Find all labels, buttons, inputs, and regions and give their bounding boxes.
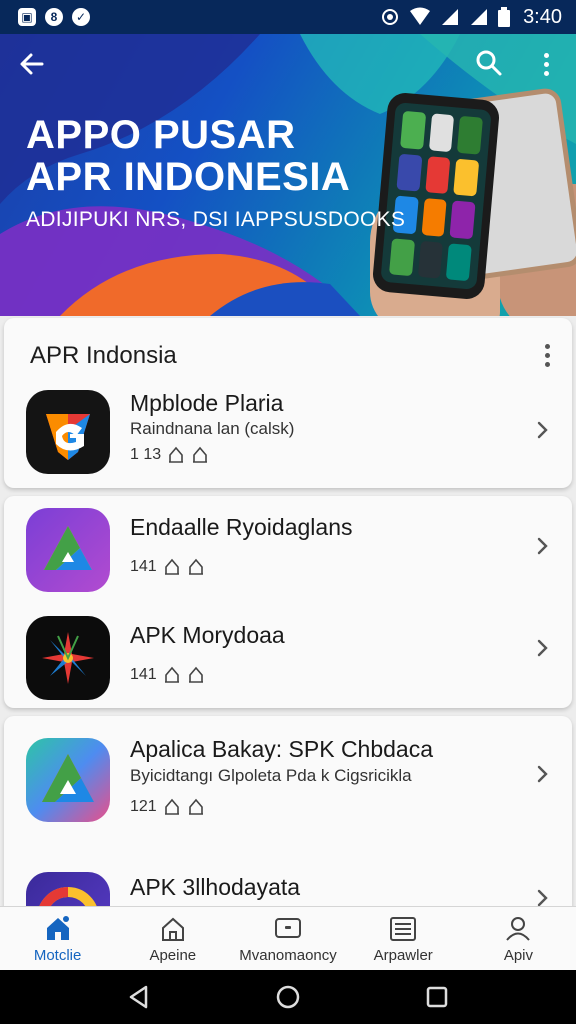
nav-item-apps[interactable]: Apeine: [115, 907, 230, 970]
nav-label: Motclie: [33, 947, 82, 964]
app-meta: 141: [130, 558, 205, 576]
nav-item-list[interactable]: Arpawler: [346, 907, 461, 970]
app-rating-count: 141: [130, 558, 157, 575]
phone-illustration: [371, 91, 501, 301]
chevron-right-icon[interactable]: [532, 764, 552, 784]
sync-icon: [382, 9, 399, 25]
nav-label: Apiv: [503, 947, 533, 964]
person-icon: [506, 917, 531, 941]
share-icon-2: [193, 446, 208, 463]
chevron-right-icon[interactable]: [532, 420, 552, 440]
nav-item-media[interactable]: Mvanomaoncy: [230, 907, 345, 970]
chevron-right-icon[interactable]: [532, 888, 552, 908]
app-name: Endaalle Ryoidaglans: [130, 514, 353, 540]
app-name: Apalica Bakay: SPK Chbdaca: [130, 736, 434, 762]
share-icon: [164, 666, 179, 683]
app-rating-count: 141: [130, 666, 157, 683]
hero-subtitle: ADIJIPUKI NRS, DSI IAPPSUSDOOKS: [26, 208, 406, 231]
app-icon: [26, 390, 110, 474]
share-icon: [164, 798, 179, 815]
signal-icon: [442, 9, 459, 25]
nav-label: Apeine: [149, 947, 197, 964]
app-icon: [26, 738, 110, 822]
tv-icon: [275, 918, 301, 938]
nav-label: Mvanomaoncy: [239, 947, 337, 964]
app-notification-icon: 8: [45, 8, 63, 26]
hero-title-line-1: APPO PUSAR: [26, 113, 296, 157]
home-icon: [46, 916, 69, 940]
app-list-item[interactable]: APK Morydoaa 141: [4, 608, 572, 708]
app-icon: [26, 508, 110, 592]
app-meta: 121: [130, 798, 205, 816]
app-name: APK 3llhodayata: [130, 874, 301, 900]
section-more-icon[interactable]: [545, 344, 550, 367]
hero-title-line-2: APR INDONESIA: [26, 155, 351, 199]
app-description: Raindnana lan (calsk): [130, 419, 295, 438]
share-icon-2: [188, 798, 203, 815]
list-icon: [390, 917, 417, 941]
search-icon[interactable]: [474, 48, 504, 78]
home-circle-icon[interactable]: [275, 984, 301, 1010]
shield-notification-icon: ✓: [72, 8, 90, 26]
app-icon: [26, 616, 110, 700]
section-card: APR Indonsia Mpblode Plaria Raindnana la…: [4, 318, 572, 488]
app-bar: [0, 46, 576, 82]
recents-square-icon[interactable]: [424, 984, 450, 1010]
chevron-right-icon[interactable]: [532, 638, 552, 658]
nav-item-profile[interactable]: Apiv: [461, 907, 576, 970]
nav-item-home[interactable]: Motclie: [0, 907, 115, 970]
status-bar: ▣ 8 ✓ 3:40: [0, 0, 576, 34]
app-meta: 1 13: [130, 446, 209, 464]
notification-icon: ▣: [18, 8, 36, 26]
app-list-card: Apalica Bakay: SPK Chbdaca Byicidtangı G…: [4, 716, 572, 956]
chevron-right-icon[interactable]: [532, 536, 552, 556]
back-arrow-icon[interactable]: [16, 48, 48, 80]
app-rating-count: 1 13: [130, 446, 162, 463]
bottom-navigation: Motclie Apeine Mvanomaoncy Arpawler Apiv: [0, 906, 576, 970]
share-icon: [169, 446, 184, 463]
wifi-icon: [410, 7, 431, 25]
hero-banner: APPO PUSAR APR INDONESIA ADIJIPUKI NRS, …: [0, 34, 576, 316]
more-options-icon[interactable]: [534, 48, 558, 80]
app-name: APK Morydoaa: [130, 622, 285, 648]
house-outline-icon: [161, 917, 184, 941]
app-list-item[interactable]: Apalica Bakay: SPK Chbdaca Byicidtangı G…: [4, 730, 572, 830]
app-list-item[interactable]: Endaalle Ryoidaglans 141: [4, 500, 572, 600]
nav-label: Arpawler: [373, 947, 433, 964]
app-list-card: Endaalle Ryoidaglans 141 APK Morydoaa 14…: [4, 496, 572, 708]
app-meta: 141: [130, 666, 205, 684]
system-navigation-bar: [0, 970, 576, 1024]
section-title: APR Indonsia: [30, 342, 177, 369]
app-name: Mpblode Plaria: [130, 390, 284, 416]
screen: ▣ 8 ✓ 3:40 APPO PUSAR APR INDONESIA ADIJ…: [0, 0, 576, 1024]
share-icon-2: [188, 666, 203, 683]
status-time: 3:40: [523, 5, 562, 28]
share-icon-2: [188, 558, 203, 575]
signal-icon-2: [471, 9, 488, 25]
app-list-item[interactable]: Mpblode Plaria Raindnana lan (calsk) 1 1…: [4, 382, 572, 482]
hero-title: APPO PUSAR APR INDONESIA: [26, 114, 350, 198]
app-rating-count: 121: [130, 798, 157, 815]
share-icon: [164, 558, 179, 575]
back-triangle-icon[interactable]: [126, 984, 152, 1010]
battery-icon: [498, 7, 511, 27]
app-description: Byicidtangı Glpoleta Pda k Cigsricikla: [130, 766, 412, 785]
